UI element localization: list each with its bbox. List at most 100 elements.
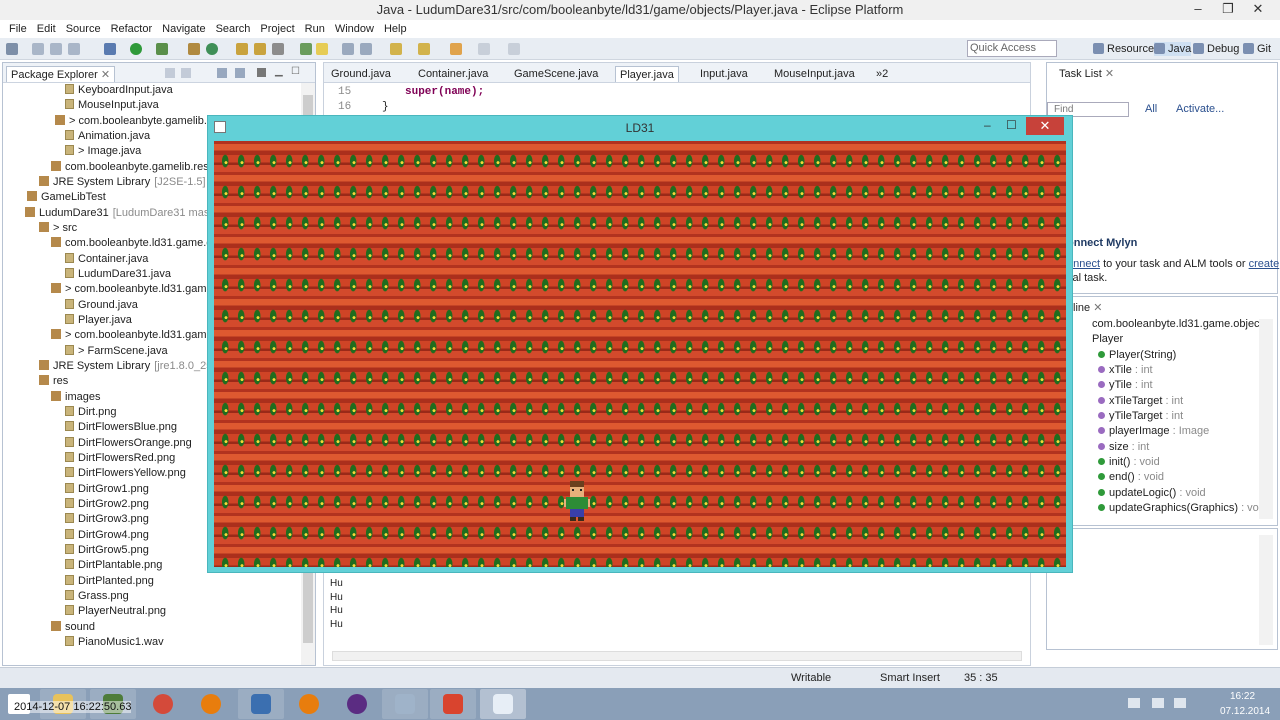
outline-item[interactable]: Player(String) bbox=[1098, 348, 1176, 363]
taskbar-python[interactable] bbox=[238, 689, 284, 719]
toggle-mark-icon[interactable] bbox=[300, 43, 312, 55]
pin-icon[interactable] bbox=[508, 43, 520, 55]
tree-item[interactable]: DirtGrow5.png bbox=[65, 543, 149, 558]
highlight-icon[interactable] bbox=[316, 43, 328, 55]
maximize-button[interactable]: ☐ bbox=[1006, 118, 1017, 132]
run-icon[interactable] bbox=[130, 43, 142, 55]
horizontal-scrollbar[interactable] bbox=[332, 651, 1022, 661]
tree-item[interactable]: DirtFlowersOrange.png bbox=[65, 436, 192, 451]
tab-overflow[interactable]: »2 bbox=[872, 66, 892, 82]
tray-network-icon[interactable] bbox=[1152, 698, 1164, 708]
tree-item[interactable]: PlayerNeutral.png bbox=[65, 604, 166, 619]
perspective-debug[interactable]: Debug bbox=[1193, 42, 1239, 56]
print-icon[interactable] bbox=[68, 43, 80, 55]
outline-item[interactable]: yTile : int bbox=[1098, 378, 1153, 393]
tree-item[interactable]: DirtGrow2.png bbox=[65, 497, 149, 512]
tab-gamescene-java[interactable]: GameScene.java bbox=[510, 66, 602, 82]
tree-item[interactable]: Player.java bbox=[65, 313, 132, 328]
close-icon[interactable]: ✕ bbox=[101, 69, 110, 81]
tree-item[interactable]: > Image.java bbox=[65, 144, 141, 159]
outline-item[interactable]: size : int bbox=[1098, 440, 1149, 455]
menu-search[interactable]: Search bbox=[216, 23, 251, 35]
tab-container-java[interactable]: Container.java bbox=[414, 66, 492, 82]
taskbar-chrome[interactable] bbox=[140, 689, 186, 719]
close-icon[interactable]: ✕ bbox=[1105, 68, 1114, 80]
tab-package-explorer[interactable]: Package Explorer ✕ bbox=[6, 66, 116, 82]
maximize-button[interactable]: ❐ bbox=[1213, 0, 1243, 20]
outline-item[interactable]: init() : void bbox=[1098, 455, 1160, 470]
prev-annotation-icon[interactable] bbox=[418, 43, 430, 55]
taskbar-eclipse[interactable] bbox=[334, 689, 380, 719]
search-icon[interactable] bbox=[272, 43, 284, 55]
new-icon[interactable] bbox=[6, 43, 18, 55]
tray-volume-icon[interactable] bbox=[1174, 698, 1186, 708]
tree-item[interactable]: DirtFlowersRed.png bbox=[65, 451, 175, 466]
view-menu-icon[interactable] bbox=[257, 68, 266, 77]
menu-project[interactable]: Project bbox=[260, 23, 294, 35]
block-selection-icon[interactable] bbox=[360, 43, 372, 55]
minimize-button[interactable]: – bbox=[984, 118, 991, 132]
outline-item[interactable]: yTileTarget : int bbox=[1098, 409, 1183, 424]
tree-item[interactable]: com.booleanbyte.ld31.game.core bbox=[51, 236, 228, 251]
outline-scrollbar[interactable] bbox=[1259, 319, 1273, 519]
clock-date[interactable]: 07.12.2014 bbox=[1220, 706, 1270, 717]
taskbar-git[interactable] bbox=[430, 689, 476, 719]
next-annotation-icon[interactable] bbox=[390, 43, 402, 55]
outline-item[interactable]: Player bbox=[1081, 332, 1123, 347]
new-class-icon[interactable] bbox=[206, 43, 218, 55]
taskbar-calculator[interactable] bbox=[382, 689, 428, 719]
tree-item[interactable]: JRE System Library [jre1.8.0_25] bbox=[39, 359, 215, 374]
console-scrollbar[interactable] bbox=[1259, 535, 1273, 645]
tree-item[interactable]: > com.booleanbyte.ld31.game.sc bbox=[51, 328, 227, 343]
forward-icon[interactable] bbox=[181, 68, 191, 78]
open-task-icon[interactable] bbox=[254, 43, 266, 55]
link-editor-icon[interactable] bbox=[235, 68, 245, 78]
tree-item[interactable]: Animation.java bbox=[65, 129, 150, 144]
tree-item[interactable]: res bbox=[39, 374, 68, 389]
outline-item[interactable]: updateLogic() : void bbox=[1098, 486, 1206, 501]
menu-navigate[interactable]: Navigate bbox=[162, 23, 205, 35]
tree-item[interactable]: DirtGrow3.png bbox=[65, 512, 149, 527]
taskbar-java[interactable] bbox=[480, 689, 526, 719]
outline-item[interactable]: xTileTarget : int bbox=[1098, 394, 1183, 409]
tab-player-java[interactable]: Player.java bbox=[615, 66, 679, 82]
open-type-icon[interactable] bbox=[236, 43, 248, 55]
tree-item[interactable]: KeyboardInput.java bbox=[65, 83, 173, 98]
perspective-java[interactable]: Java bbox=[1154, 42, 1192, 56]
tray-arrow-icon[interactable] bbox=[1128, 698, 1140, 708]
task-filter-all[interactable]: All bbox=[1145, 103, 1157, 115]
tree-item[interactable]: DirtGrow4.png bbox=[65, 528, 149, 543]
tree-item[interactable]: PianoMusic1.wav bbox=[65, 635, 164, 650]
tab-mouseinput-java[interactable]: MouseInput.java bbox=[770, 66, 859, 82]
outline-item[interactable]: updateGraphics(Graphics) : void bbox=[1098, 501, 1267, 516]
tree-item[interactable]: DirtPlantable.png bbox=[65, 558, 162, 573]
minimize-view-icon[interactable]: ▁ bbox=[275, 66, 283, 77]
tab-task-list[interactable]: Task List ✕ bbox=[1055, 66, 1118, 82]
tab-ground-java[interactable]: Ground.java bbox=[327, 66, 395, 82]
back-icon[interactable] bbox=[450, 43, 462, 55]
tree-item[interactable]: sound bbox=[51, 620, 95, 635]
quick-access-input[interactable]: Quick Access bbox=[967, 40, 1057, 57]
forward-icon[interactable] bbox=[478, 43, 490, 55]
perspective-git[interactable]: Git bbox=[1243, 42, 1271, 56]
outline-item[interactable]: com.booleanbyte.ld31.game.objects bbox=[1081, 317, 1268, 332]
menu-edit[interactable]: Edit bbox=[37, 23, 56, 35]
menu-help[interactable]: Help bbox=[384, 23, 407, 35]
back-icon[interactable] bbox=[165, 68, 175, 78]
taskbar-blender-2[interactable] bbox=[286, 689, 332, 719]
debug-icon[interactable] bbox=[104, 43, 116, 55]
tree-item[interactable]: GameLibTest bbox=[27, 190, 106, 205]
tree-item[interactable]: JRE System Library [J2SE-1.5] bbox=[39, 175, 206, 190]
tree-item[interactable]: DirtFlowersYellow.png bbox=[65, 466, 186, 481]
tab-input-java[interactable]: Input.java bbox=[696, 66, 752, 82]
tree-item[interactable]: DirtPlanted.png bbox=[65, 574, 154, 589]
perspective-resource[interactable]: Resource bbox=[1093, 42, 1154, 56]
tab-outline[interactable]: line ✕ bbox=[1069, 300, 1106, 316]
tree-item[interactable]: Grass.png bbox=[65, 589, 129, 604]
maximize-view-icon[interactable]: ☐ bbox=[291, 66, 300, 77]
game-canvas[interactable] bbox=[214, 141, 1066, 567]
close-icon[interactable]: ✕ bbox=[1093, 302, 1102, 314]
new-package-icon[interactable] bbox=[188, 43, 200, 55]
save-icon[interactable] bbox=[32, 43, 44, 55]
tree-item[interactable]: > src bbox=[39, 221, 77, 236]
